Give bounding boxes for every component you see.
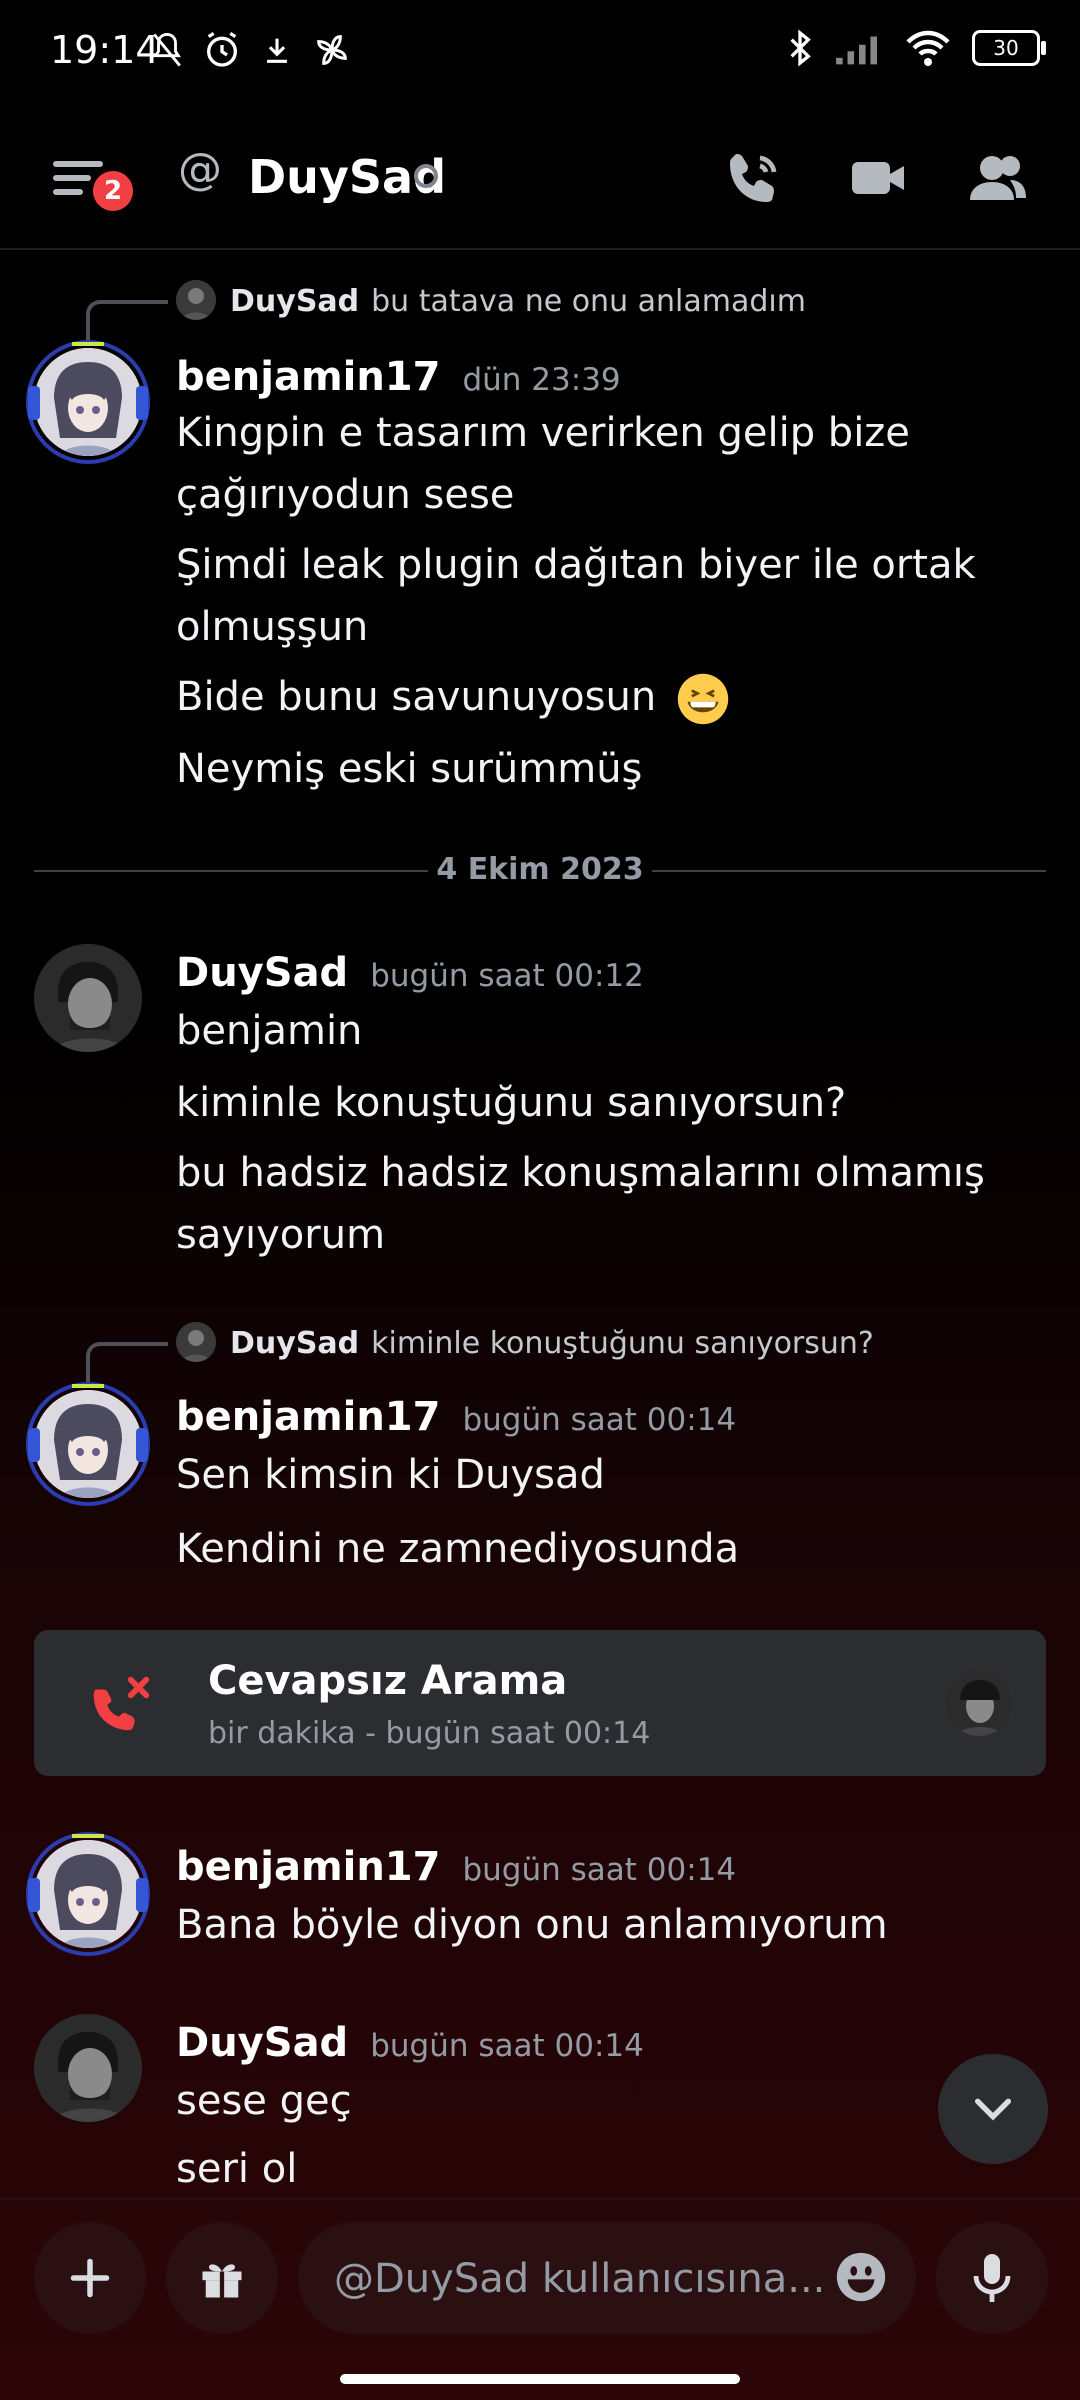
alarm-icon: [207, 31, 237, 67]
call-title: Cevapsız Arama: [208, 1658, 568, 1704]
pinwheel-icon: [317, 35, 347, 65]
bluetooth-icon: [790, 29, 811, 67]
message-text: çağırıyodun sese: [176, 472, 515, 518]
dm-header: 2 @ DuySad: [0, 110, 1080, 250]
voice-call-button[interactable]: [722, 146, 786, 210]
message-text-content: Bide bunu savunuyosun: [176, 674, 657, 720]
unread-badge: 2: [90, 168, 136, 214]
voice-message-button[interactable]: [936, 2222, 1048, 2334]
video-call-button[interactable]: [846, 146, 910, 210]
message-input-placeholder: @DuySad kullanıcısına...: [334, 2256, 826, 2302]
avatar-decoration: [26, 1832, 150, 1956]
reply-content: bu tatava ne onu anlamadım: [371, 284, 806, 319]
reply-author: DuySad: [230, 1326, 360, 1361]
date-label: 4 Ekim 2023: [436, 852, 644, 887]
author-name[interactable]: DuySad: [176, 2020, 348, 2066]
at-icon: @: [178, 144, 222, 195]
microphone-icon: [973, 2254, 1011, 2302]
message-timestamp: bugün saat 00:14: [462, 1852, 737, 1888]
chevron-down-icon: [974, 2098, 1012, 2121]
bell-off-icon: [153, 32, 181, 67]
reply-avatar: [176, 1322, 216, 1362]
reply-text: DuySad kiminle konuştuğunu sanıyorsun?: [230, 1326, 874, 1361]
message-text: kiminle konuştuğunu sanıyorsun?: [176, 1080, 847, 1126]
video-camera-icon: [852, 162, 904, 194]
message-text: Neymiş eski surümmüş: [176, 746, 643, 792]
message-text: Bide bunu savunuyosun: [176, 666, 731, 728]
status-notification-icons: [150, 30, 352, 70]
message-text: Şimdi leak plugin dağıtan biyer ile orta…: [176, 542, 976, 588]
wifi-icon: [906, 30, 950, 66]
offline-status-dot: [414, 164, 438, 188]
reply-text: DuySad bu tatava ne onu anlamadım: [230, 284, 806, 319]
status-bar: 19:14 30: [0, 0, 1080, 110]
message-text: sayıyorum: [176, 1212, 386, 1258]
emoji-icon: [836, 2252, 886, 2302]
message-text: Sen kimsin ki Duysad: [176, 1452, 605, 1498]
message-text: benjamin: [176, 1008, 363, 1054]
message-author[interactable]: benjamin17 bugün saat 00:14: [176, 1844, 736, 1890]
phone-call-icon: [730, 154, 777, 202]
gift-icon: [202, 2264, 242, 2298]
members-icon: [970, 156, 1026, 200]
reply-author: DuySad: [230, 284, 360, 319]
message-text: bu hadsiz hadsiz konuşmalarını olmamış: [176, 1150, 985, 1196]
author-name[interactable]: benjamin17: [176, 1394, 440, 1440]
home-indicator[interactable]: [340, 2374, 740, 2384]
jump-to-present-button[interactable]: [938, 2054, 1048, 2164]
message-author[interactable]: benjamin17 dün 23:39: [176, 354, 621, 400]
message-text: Bana böyle diyon onu anlamıyorum: [176, 1902, 888, 1948]
caller-avatar: [946, 1670, 1012, 1736]
date-divider: 4 Ekim 2023: [34, 850, 1046, 890]
message-composer: @DuySad kullanıcısına...: [0, 2198, 1080, 2350]
status-right-icons: 30: [786, 28, 1046, 68]
message-text: seri ol: [176, 2146, 298, 2192]
author-name[interactable]: DuySad: [176, 950, 348, 996]
author-name[interactable]: benjamin17: [176, 1844, 440, 1890]
message-timestamp: bugün saat 00:12: [370, 958, 644, 994]
message-timestamp: dün 23:39: [462, 362, 621, 398]
reply-content: kiminle konuştuğunu sanıyorsun?: [371, 1326, 874, 1361]
message-text: Kingpin e tasarım verirken gelip bize: [176, 410, 910, 456]
battery-indicator: 30: [972, 30, 1046, 66]
grinning-face-emoji: [677, 673, 729, 725]
reply-avatar: [176, 280, 216, 320]
call-subtitle: bir dakika - bugün saat 00:14: [208, 1716, 651, 1751]
message-timestamp: bugün saat 00:14: [462, 1402, 737, 1438]
signal-icon: [836, 36, 877, 65]
message-timestamp: bugün saat 00:14: [370, 2028, 644, 2064]
message-author[interactable]: benjamin17 bugün saat 00:14: [176, 1394, 736, 1440]
reply-reference[interactable]: DuySad kiminle konuştuğunu sanıyorsun?: [0, 1318, 1080, 1386]
download-icon: [267, 38, 287, 63]
gift-button[interactable]: [166, 2222, 278, 2334]
message-input[interactable]: @DuySad kullanıcısına...: [298, 2222, 916, 2334]
message-author[interactable]: DuySad bugün saat 00:14: [176, 2020, 644, 2066]
message-text: Kendini ne zamnediyosunda: [176, 1526, 740, 1572]
missed-call-card[interactable]: Cevapsız Arama bir dakika - bugün saat 0…: [34, 1630, 1046, 1776]
members-button[interactable]: [966, 146, 1030, 210]
avatar[interactable]: [34, 2014, 142, 2122]
reply-reference[interactable]: DuySad bu tatava ne onu anlamadım: [0, 276, 1080, 344]
message-author[interactable]: DuySad bugün saat 00:12: [176, 950, 644, 996]
avatar-decoration: [26, 340, 150, 464]
missed-call-icon: [86, 1670, 156, 1740]
plus-icon: [70, 2258, 110, 2298]
avatar-decoration: [26, 1382, 150, 1506]
emoji-button[interactable]: [832, 2248, 890, 2306]
author-name[interactable]: benjamin17: [176, 354, 440, 400]
message-text: sese geç: [176, 2078, 352, 2124]
message-text: olmuşşun: [176, 604, 369, 650]
avatar[interactable]: [34, 944, 142, 1052]
add-attachment-button[interactable]: [34, 2222, 146, 2334]
status-time: 19:14: [50, 28, 160, 72]
